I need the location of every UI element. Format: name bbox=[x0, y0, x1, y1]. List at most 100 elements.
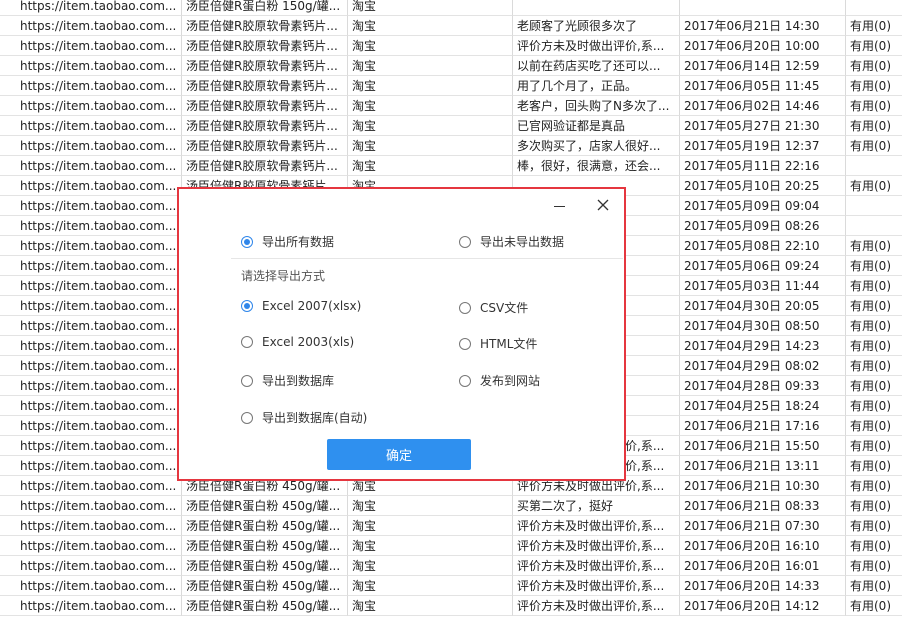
cell-url: https://item.taobao.com... bbox=[0, 16, 182, 36]
cell-platform: 淘宝 bbox=[348, 156, 513, 176]
cell-url: https://item.taobao.com... bbox=[0, 116, 182, 136]
cell-comment: 评价方未及时做出评价,系... bbox=[513, 596, 680, 616]
cell-date: 2017年06月21日 13:11 bbox=[680, 456, 846, 476]
cell-useful: 有用(0) bbox=[846, 96, 902, 116]
table-row[interactable]: https://item.taobao.com... 汤臣倍健R蛋白粉 450g/… bbox=[0, 516, 902, 536]
option-database-label: 导出到数据库 bbox=[262, 374, 335, 388]
cell-url: https://item.taobao.com... bbox=[0, 56, 182, 76]
cell-product: 汤臣倍健R胶原软骨素钙片... bbox=[182, 116, 348, 136]
option-database[interactable]: 导出到数据库 bbox=[241, 372, 334, 389]
cell-useful bbox=[846, 0, 902, 16]
cell-platform: 淘宝 bbox=[348, 556, 513, 576]
table-row[interactable]: https://item.taobao.com... 汤臣倍健R蛋白粉 450g/… bbox=[0, 536, 902, 556]
radio-website[interactable] bbox=[459, 374, 471, 387]
confirm-button[interactable]: 确定 bbox=[327, 439, 471, 470]
radio-database[interactable] bbox=[241, 374, 253, 387]
table-row[interactable]: https://item.taobao.com... 汤臣倍健R蛋白粉 150g/… bbox=[0, 0, 902, 16]
cell-url: https://item.taobao.com... bbox=[0, 176, 182, 196]
cell-product: 汤臣倍健R蛋白粉 450g/罐... bbox=[182, 536, 348, 556]
cell-url: https://item.taobao.com... bbox=[0, 76, 182, 96]
cell-useful: 有用(0) bbox=[846, 176, 902, 196]
cell-product: 汤臣倍健R胶原软骨素钙片... bbox=[182, 136, 348, 156]
radio-export-all[interactable] bbox=[241, 235, 253, 248]
radio-html[interactable] bbox=[459, 337, 471, 350]
cell-useful: 有用(0) bbox=[846, 576, 902, 596]
cell-useful: 有用(0) bbox=[846, 116, 902, 136]
cell-useful: 有用(0) bbox=[846, 336, 902, 356]
cell-date: 2017年04月30日 08:50 bbox=[680, 316, 846, 336]
cell-date: 2017年06月21日 08:33 bbox=[680, 496, 846, 516]
cell-url: https://item.taobao.com... bbox=[0, 36, 182, 56]
cell-platform: 淘宝 bbox=[348, 36, 513, 56]
cell-date: 2017年06月05日 11:45 bbox=[680, 76, 846, 96]
cell-url: https://item.taobao.com... bbox=[0, 276, 182, 296]
cell-url: https://item.taobao.com... bbox=[0, 516, 182, 536]
cell-platform: 淘宝 bbox=[348, 16, 513, 36]
cell-url: https://item.taobao.com... bbox=[0, 316, 182, 336]
export-all-option[interactable]: 导出所有数据 bbox=[241, 233, 334, 250]
cell-date: 2017年05月09日 09:04 bbox=[680, 196, 846, 216]
minimize-icon[interactable] bbox=[547, 195, 571, 215]
cell-product: 汤臣倍健R蛋白粉 450g/罐... bbox=[182, 496, 348, 516]
cell-comment: 评价方未及时做出评价,系... bbox=[513, 556, 680, 576]
option-html[interactable]: HTML文件 bbox=[459, 335, 537, 352]
cell-date: 2017年04月29日 08:02 bbox=[680, 356, 846, 376]
cell-useful: 有用(0) bbox=[846, 276, 902, 296]
cell-url: https://item.taobao.com... bbox=[0, 436, 182, 456]
table-row[interactable]: https://item.taobao.com... 汤臣倍健R胶原软骨素钙片..… bbox=[0, 156, 902, 176]
option-xlsx[interactable]: Excel 2007(xlsx) bbox=[241, 299, 361, 313]
cell-platform: 淘宝 bbox=[348, 96, 513, 116]
radio-database-auto[interactable] bbox=[241, 411, 253, 424]
table-row[interactable]: https://item.taobao.com... 汤臣倍健R蛋白粉 450g/… bbox=[0, 596, 902, 616]
cell-useful bbox=[846, 216, 902, 236]
table-row[interactable]: https://item.taobao.com... 汤臣倍健R胶原软骨素钙片..… bbox=[0, 96, 902, 116]
dialog-titlebar bbox=[179, 189, 624, 223]
cell-product: 汤臣倍健R蛋白粉 450g/罐... bbox=[182, 556, 348, 576]
cell-useful: 有用(0) bbox=[846, 36, 902, 56]
cell-useful: 有用(0) bbox=[846, 476, 902, 496]
table-row[interactable]: https://item.taobao.com... 汤臣倍健R胶原软骨素钙片..… bbox=[0, 36, 902, 56]
option-xlsx-label: Excel 2007(xlsx) bbox=[262, 299, 362, 313]
cell-date bbox=[680, 0, 846, 16]
cell-url: https://item.taobao.com... bbox=[0, 376, 182, 396]
option-csv[interactable]: CSV文件 bbox=[459, 299, 528, 316]
cell-date: 2017年04月25日 18:24 bbox=[680, 396, 846, 416]
cell-comment: 买第二次了，挺好 bbox=[513, 496, 680, 516]
cell-useful: 有用(0) bbox=[846, 256, 902, 276]
close-icon[interactable] bbox=[591, 195, 615, 215]
option-website-label: 发布到网站 bbox=[480, 374, 541, 388]
radio-xls[interactable] bbox=[241, 336, 253, 348]
option-xls[interactable]: Excel 2003(xls) bbox=[241, 335, 354, 349]
cell-comment: 老顾客了光顾很多次了 bbox=[513, 16, 680, 36]
table-row[interactable]: https://item.taobao.com... 汤臣倍健R胶原软骨素钙片..… bbox=[0, 16, 902, 36]
cell-url: https://item.taobao.com... bbox=[0, 556, 182, 576]
table-row[interactable]: https://item.taobao.com... 汤臣倍健R胶原软骨素钙片..… bbox=[0, 116, 902, 136]
option-csv-label: CSV文件 bbox=[480, 301, 529, 315]
option-database-auto[interactable]: 导出到数据库(自动) bbox=[241, 409, 367, 426]
cell-useful: 有用(0) bbox=[846, 496, 902, 516]
radio-export-unexported[interactable] bbox=[459, 235, 471, 248]
option-website[interactable]: 发布到网站 bbox=[459, 372, 540, 389]
cell-url: https://item.taobao.com... bbox=[0, 576, 182, 596]
table-row[interactable]: https://item.taobao.com... 汤臣倍健R胶原软骨素钙片..… bbox=[0, 56, 902, 76]
cell-date: 2017年06月14日 12:59 bbox=[680, 56, 846, 76]
option-xls-label: Excel 2003(xls) bbox=[262, 335, 355, 349]
cell-useful: 有用(0) bbox=[846, 76, 902, 96]
cell-useful: 有用(0) bbox=[846, 376, 902, 396]
table-row[interactable]: https://item.taobao.com... 汤臣倍健R蛋白粉 450g/… bbox=[0, 496, 902, 516]
cell-url: https://item.taobao.com... bbox=[0, 0, 182, 16]
export-unexported-option[interactable]: 导出未导出数据 bbox=[459, 233, 564, 250]
cell-product: 汤臣倍健R胶原软骨素钙片... bbox=[182, 156, 348, 176]
cell-comment: 以前在药店买吃了还可以... bbox=[513, 56, 680, 76]
table-row[interactable]: https://item.taobao.com... 汤臣倍健R蛋白粉 450g/… bbox=[0, 576, 902, 596]
table-row[interactable]: https://item.taobao.com... 汤臣倍健R胶原软骨素钙片..… bbox=[0, 136, 902, 156]
radio-xlsx[interactable] bbox=[241, 300, 253, 312]
cell-platform: 淘宝 bbox=[348, 516, 513, 536]
table-row[interactable]: https://item.taobao.com... 汤臣倍健R蛋白粉 450g/… bbox=[0, 556, 902, 576]
cell-date: 2017年06月20日 14:33 bbox=[680, 576, 846, 596]
table-row[interactable]: https://item.taobao.com... 汤臣倍健R胶原软骨素钙片..… bbox=[0, 76, 902, 96]
cell-url: https://item.taobao.com... bbox=[0, 216, 182, 236]
divider bbox=[231, 258, 623, 259]
cell-url: https://item.taobao.com... bbox=[0, 296, 182, 316]
radio-csv[interactable] bbox=[459, 301, 471, 314]
